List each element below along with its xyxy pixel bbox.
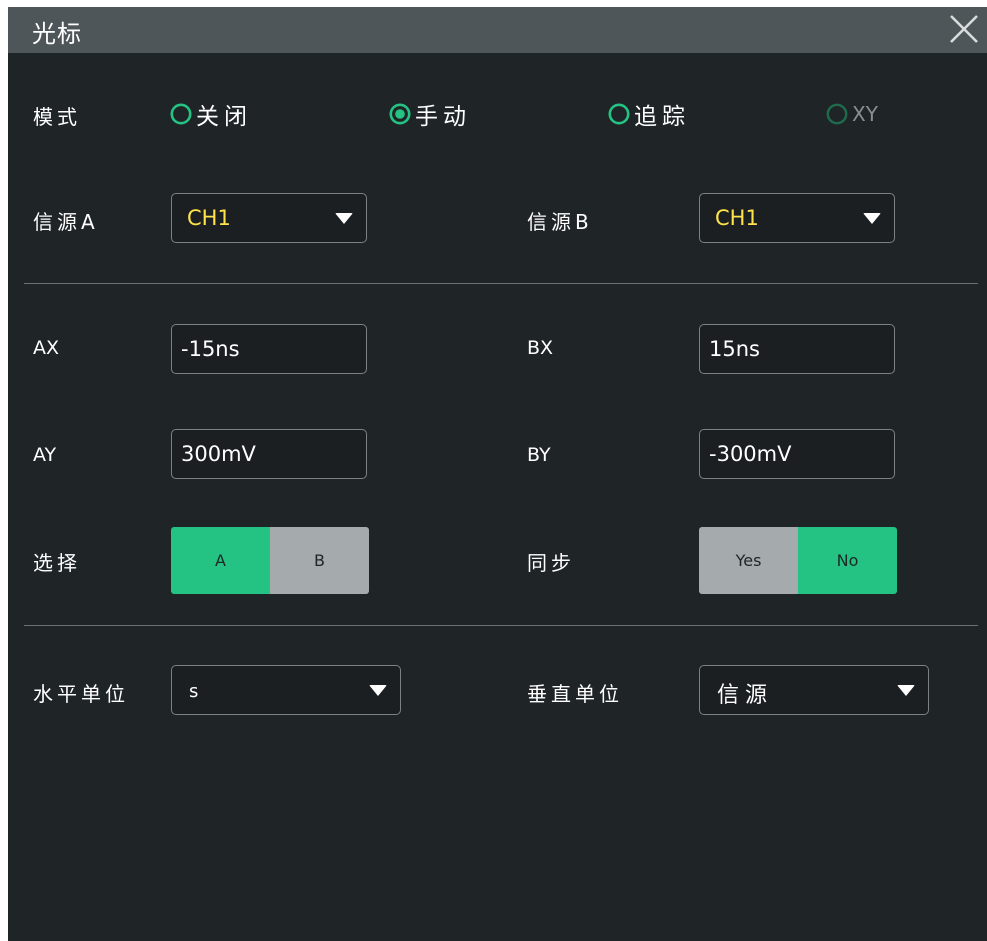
dialog-titlebar: 光标 (8, 7, 987, 53)
ay-value: 300mV (181, 442, 256, 466)
ay-label: AY (33, 444, 57, 466)
source-a-dropdown[interactable]: CH1 (171, 193, 367, 243)
cursor-dialog: 光标 模式 关闭 手动 追踪 XY 信源A CH1 信源B CH1 AX -15… (8, 7, 987, 941)
chevron-down-icon (897, 685, 915, 696)
close-icon[interactable] (947, 12, 981, 46)
mode-label: 模式 (33, 105, 81, 129)
by-input[interactable]: -300mV (699, 429, 895, 479)
select-label: 选择 (33, 551, 81, 575)
vertical-unit-label: 垂直单位 (527, 682, 623, 706)
source-a-value: CH1 (187, 206, 231, 230)
divider (24, 625, 978, 626)
mode-option-xy: XY (826, 98, 878, 130)
source-b-value: CH1 (715, 206, 759, 230)
divider (24, 283, 978, 284)
radio-selected-icon (389, 103, 411, 125)
chevron-down-icon (369, 685, 387, 696)
ay-input[interactable]: 300mV (171, 429, 367, 479)
vertical-unit-dropdown[interactable]: 信源 (699, 665, 929, 715)
select-option-b[interactable]: B (270, 527, 369, 594)
mode-option-label: XY (852, 102, 878, 126)
by-value: -300mV (709, 442, 792, 466)
chevron-down-icon (335, 213, 353, 224)
sync-option-yes[interactable]: Yes (699, 527, 798, 594)
mode-option-label: 手动 (415, 104, 471, 130)
horizontal-unit-value: s (189, 681, 199, 702)
sync-toggle: Yes No (699, 527, 897, 594)
select-toggle: A B (171, 527, 369, 594)
vertical-unit-value: 信源 (717, 683, 774, 708)
radio-disabled-icon (826, 103, 848, 125)
bx-label: BX (527, 337, 554, 359)
dialog-title: 光标 (32, 20, 82, 48)
horizontal-unit-dropdown[interactable]: s (171, 665, 401, 715)
radio-unselected-icon (170, 103, 192, 125)
source-a-label: 信源A (33, 210, 99, 234)
source-b-label: 信源B (527, 210, 593, 234)
by-label: BY (527, 444, 551, 466)
ax-input[interactable]: -15ns (171, 324, 367, 374)
horizontal-unit-label: 水平单位 (33, 682, 129, 706)
mode-option-track[interactable]: 追踪 (608, 98, 690, 130)
ax-label: AX (33, 337, 60, 359)
source-b-dropdown[interactable]: CH1 (699, 193, 895, 243)
bx-input[interactable]: 15ns (699, 324, 895, 374)
select-option-a[interactable]: A (171, 527, 270, 594)
chevron-down-icon (863, 213, 881, 224)
radio-unselected-icon (608, 103, 630, 125)
mode-option-manual[interactable]: 手动 (389, 98, 471, 130)
mode-option-label: 关闭 (196, 104, 252, 130)
sync-label: 同步 (527, 551, 575, 575)
ax-value: -15ns (181, 337, 240, 361)
mode-option-label: 追踪 (634, 104, 690, 130)
mode-option-off[interactable]: 关闭 (170, 98, 252, 130)
bx-value: 15ns (709, 337, 760, 361)
sync-option-no[interactable]: No (798, 527, 897, 594)
